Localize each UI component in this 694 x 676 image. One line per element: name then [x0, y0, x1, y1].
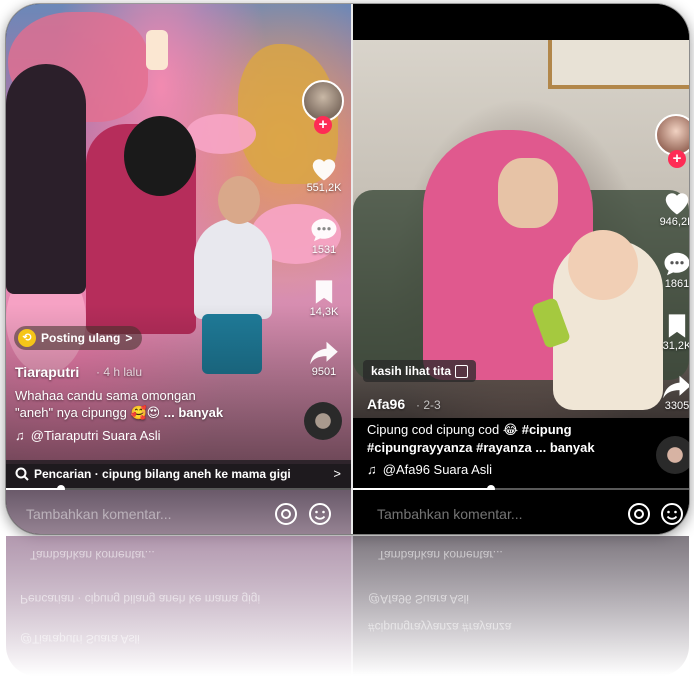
comment-button[interactable]: 1531	[299, 216, 349, 256]
reflection-sound-text: @Tiaraputri Suara Asli	[20, 632, 140, 646]
save-count: 14,3K	[309, 306, 339, 318]
hashtag-link[interactable]: #cipung	[522, 422, 572, 437]
comment-bar: Tambahkan komentar...	[353, 490, 689, 534]
music-disc[interactable]	[304, 402, 342, 440]
search-suggestion-text: Pencarian · cipung bilang aneh ke mama g…	[34, 467, 291, 481]
child-head	[218, 176, 260, 224]
caption-line-2: "aneh" nya cipungg 🥰😍 ... banyak	[15, 405, 223, 421]
post-time: · 2-3	[416, 398, 441, 412]
share-icon	[663, 375, 689, 399]
sound-label: @Tiaraputri Suara Asli	[30, 428, 161, 443]
share-count: 3305	[664, 400, 689, 412]
person-face	[498, 158, 558, 228]
caption-emoji: 🥰😍	[130, 405, 161, 420]
creator-username[interactable]: Tiaraputri	[15, 364, 79, 380]
heart-icon	[312, 159, 336, 181]
chevron-right-icon: >	[125, 331, 133, 345]
baby-head	[568, 230, 638, 300]
sound-label: @Afa96 Suara Asli	[382, 462, 493, 477]
comment-icon	[311, 218, 337, 242]
caption-emoji: 😂	[502, 422, 519, 437]
search-icon	[15, 467, 29, 481]
reflection-caption-text: #cipungrayyanza #rayanza	[368, 620, 512, 634]
caption-line-1: Whahaa candu sama omongan	[15, 388, 196, 403]
caption-line-1: Cipung cod cipung cod 😂 #cipung	[367, 422, 572, 438]
wall-frame	[548, 40, 689, 89]
caption-more-link[interactable]: ... banyak	[535, 440, 594, 455]
save-button[interactable]: 31,2K	[652, 312, 689, 352]
share-icon	[310, 341, 338, 365]
music-note-icon: ♫	[367, 462, 377, 477]
follow-plus-icon[interactable]: +	[668, 150, 686, 168]
screenshot-card: + 551,2K 1531 14,3K 9501 ⟲ Posting ulang…	[6, 4, 689, 534]
heart-icon	[665, 193, 689, 215]
left-video-panel[interactable]: + 551,2K 1531 14,3K 9501 ⟲ Posting ulang…	[6, 4, 351, 534]
comment-input[interactable]: Tambahkan komentar...	[26, 506, 172, 522]
like-count: 946,2K	[659, 216, 689, 228]
at-icon[interactable]	[627, 502, 651, 526]
comment-input[interactable]: Tambahkan komentar...	[377, 506, 523, 522]
person-left	[6, 64, 86, 294]
comment-icon	[664, 252, 689, 276]
like-button[interactable]: 946,2K	[652, 188, 689, 228]
comment-count: 1861	[664, 278, 689, 290]
caption-text: Cipung cod cipung cod	[367, 422, 500, 437]
right-video-panel[interactable]: + 946,2K 1861 31,2K 3305 kasih lihat tit…	[353, 4, 689, 534]
creator-avatar[interactable]	[655, 114, 689, 156]
repost-icon: ⟲	[18, 329, 36, 347]
like-button[interactable]: 551,2K	[299, 154, 349, 194]
bookmark-icon	[315, 280, 333, 304]
mirror-reflection: Tambahkan komentar... Tambahkan komentar…	[6, 536, 689, 676]
repost-label: Posting ulang	[41, 331, 121, 345]
share-button[interactable]: 3305	[652, 374, 689, 412]
share-count: 9501	[311, 366, 337, 378]
lamp	[146, 30, 168, 70]
music-note-icon: ♫	[15, 428, 25, 443]
post-time: · 4 h lalu	[96, 365, 143, 379]
caption-more-link[interactable]: ... banyak	[164, 405, 223, 420]
flowers	[186, 114, 256, 154]
save-button[interactable]: 14,3K	[299, 278, 349, 318]
sound-row[interactable]: ♫ @Afa96 Suara Asli	[367, 462, 492, 477]
emoji-icon[interactable]	[308, 502, 332, 526]
at-icon[interactable]	[274, 502, 298, 526]
bookmark-icon	[668, 314, 686, 338]
comment-bar: Tambahkan komentar...	[6, 490, 351, 534]
video-sticker[interactable]: kasih lihat tita	[363, 360, 477, 382]
chevron-right-icon: >	[333, 466, 341, 481]
person-hijab	[124, 116, 196, 196]
caption-text: "aneh" nya cipungg	[15, 405, 127, 420]
music-disc[interactable]	[656, 436, 689, 474]
caption-line-2: #cipungrayyanza #rayanza ... banyak	[367, 440, 595, 455]
like-count: 551,2K	[306, 182, 342, 194]
save-count: 31,2K	[662, 340, 689, 352]
search-suggestion-bar[interactable]: Pencarian · cipung bilang aneh ke mama g…	[6, 460, 351, 488]
sound-row[interactable]: ♫ @Tiaraputri Suara Asli	[15, 428, 161, 443]
reflection-sound-text: @Afa96 Suara Asli	[368, 592, 469, 606]
emoji-icon[interactable]	[660, 502, 684, 526]
sticker-text: kasih lihat tita	[371, 364, 452, 378]
comment-count: 1531	[311, 244, 337, 256]
reflection-comment-text: Tambahkan komentar...	[378, 548, 503, 562]
creator-username[interactable]: Afa96	[367, 396, 405, 412]
share-button[interactable]: 9501	[299, 340, 349, 378]
sticker-icon	[455, 364, 469, 378]
comment-button[interactable]: 1861	[652, 250, 689, 290]
reflection-comment-text: Tambahkan komentar...	[30, 548, 155, 562]
hashtag-link[interactable]: #cipungrayyanza #rayanza	[367, 440, 532, 455]
follow-plus-icon[interactable]: +	[314, 116, 332, 134]
reflection-search-text: Pencarian · cipung bilang aneh ke mama g…	[20, 592, 261, 606]
repost-pill[interactable]: ⟲ Posting ulang >	[14, 326, 143, 350]
